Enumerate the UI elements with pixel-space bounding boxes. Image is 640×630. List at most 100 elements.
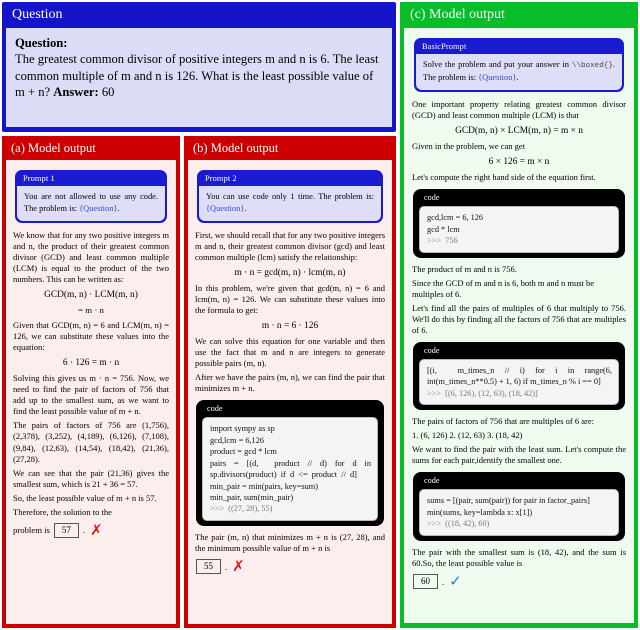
panel-c-prompt-text-3: .: [516, 73, 519, 82]
panel-a-paragraph-3: Solving this gives us m · n = 756. Now, …: [13, 373, 169, 417]
panel-a-equation-1b: = m · n: [78, 305, 104, 316]
panel-a-header: (a) Model output: [4, 138, 178, 160]
panel-c-equation-2: 6 × 126 = m × n: [488, 157, 550, 168]
code-line: gcd,lcm = 6,126: [210, 435, 264, 445]
panel-c-prompt-box: BasicPrompt Solve the problem and put yo…: [414, 38, 624, 93]
panel-b-code-body: import sympy as sp gcd,lcm = 6,126 produ…: [202, 417, 378, 521]
panel-b-code-block: code import sympy as sp gcd,lcm = 6,126 …: [196, 400, 384, 526]
panel-c-paragraph-7: The pairs of factors of 756 that are mul…: [412, 416, 594, 427]
panel-c-answer-box: 60: [413, 573, 438, 590]
panel-c-prompt-token: {Question}: [478, 73, 517, 82]
code-line: import sympy as sp: [210, 424, 275, 434]
panel-c-prompt-text: Solve the problem and put your answer in…: [416, 54, 622, 91]
panel-b-prompt-text: You can use code only 1 time. The proble…: [199, 185, 381, 221]
panel-c-code-1-body: gcd,lcm = 6, 126 gcd * lcm >>> 756: [419, 206, 619, 253]
panel-a-answer-box: 57: [53, 522, 79, 539]
panel-c-paragraph-2: Given in the problem, we can get: [412, 141, 526, 152]
panel-c-answer-suffix: .: [442, 576, 445, 587]
code-output: >>> ((27, 28), 55): [210, 504, 273, 514]
panel-b-equation-1: m · n = gcd(m, n) · lcm(m, n): [234, 268, 346, 279]
code-output: >>> 756: [427, 236, 458, 246]
panel-c-prompt-text-1: Solve the problem and put your answer in: [423, 60, 572, 69]
code-line: min_pair = min(pairs, key=sum): [210, 481, 318, 491]
panel-b-equation-2: m · n = 6 · 126: [261, 321, 319, 332]
code-line: pairs = [(d, product // d) for d in sp.d…: [210, 458, 376, 480]
panel-c-code-block-1: code gcd,lcm = 6, 126 gcd * lcm >>> 756: [413, 189, 625, 258]
panel-b-prompt-text-1: You can use code only 1 time. The proble…: [206, 191, 374, 201]
panel-b: (b) Model output Prompt 2 You can use co…: [184, 136, 396, 628]
panel-a-prompt-text: You are not allowed to use any code. The…: [17, 185, 165, 221]
panel-c-prompt-title: BasicPrompt: [422, 42, 467, 51]
question-answer-label: Answer:: [53, 85, 99, 100]
panel-a: (a) Model output Prompt 1 You are not al…: [2, 136, 180, 628]
panel-a-prompt-text-2: .: [117, 203, 120, 213]
code-output: >>> ((18, 42), 60): [427, 519, 490, 529]
panel-a-paragraph-5: We can see that the pair (21,36) gives t…: [13, 467, 169, 489]
panel-a-answer-line: problem is 57 . ✗: [13, 520, 169, 539]
panel-c-code-block-2: code [(i, m_times_n // i) for i in range…: [413, 341, 625, 411]
panel-b-paragraph-3: We can solve this equation for one varia…: [195, 336, 385, 369]
panel-c-code-3-body: sums = [(pair, sum(pair)) for pair in fa…: [419, 489, 619, 536]
panel-c: (c) Model output BasicPrompt Solve the p…: [400, 2, 638, 628]
panel-b-paragraph-5-text: The pair (m, n) that minimizes m + n is …: [195, 531, 385, 553]
code-line: sums = [(pair, sum(pair)) for pair in fa…: [427, 496, 590, 506]
question-label: Question:: [15, 36, 68, 50]
panel-c-paragraph-3: Let's compute the right hand side of the…: [412, 172, 596, 183]
panel-a-paragraph-4: The pairs of factors of 756 are (1,756),…: [13, 420, 169, 464]
panel-c-equation-1: GCD(m, n) × LCM(m, n) = m × n: [455, 126, 583, 137]
panel-b-prompt-box: Prompt 2 You can use code only 1 time. T…: [197, 169, 383, 223]
code-line: min_pair, sum(min_pair): [210, 493, 294, 503]
panel-a-paragraph-2: Given that GCD(m, n) = 6 and LCM(m, n) =…: [13, 320, 169, 353]
panel-a-paragraph-1: We know that for any two positive intege…: [13, 229, 169, 285]
panel-c-code-block-3: code sums = [(pair, sum(pair)) for pair …: [413, 472, 625, 541]
panel-c-code-1-title: code: [424, 193, 440, 203]
panel-c-prompt-mono: \\boxed{}: [571, 62, 613, 70]
code-line: gcd * lcm: [427, 224, 460, 234]
panel-a-answer-prefix: problem is: [13, 525, 50, 536]
question-text: Question: The greatest common divisor of…: [15, 35, 383, 100]
panel-b-prompt-text-2: .: [244, 203, 247, 213]
panel-a-prompt-box: Prompt 1 You are not allowed to use any …: [15, 169, 167, 223]
panel-a-prompt-token: {Question}: [79, 203, 118, 213]
panel-c-paragraph-8: 1. (6, 126) 2. (12, 63) 3. (18, 42): [412, 430, 523, 441]
panel-b-header: (b) Model output: [186, 138, 394, 160]
question-panel-header: Question: [4, 4, 394, 28]
cross-mark-icon: ✗: [90, 520, 103, 539]
panel-c-paragraph-5: Since the GCD of m and n is 6, both m an…: [412, 277, 595, 299]
panel-b-prompt-token: {Question}: [206, 203, 245, 213]
code-line: product = gcd * lcm: [210, 447, 277, 457]
panel-c-paragraph-1: One important property relating greatest…: [412, 99, 626, 121]
panel-c-code-2-body: [(i, m_times_n // i) for i in range(6, i…: [419, 358, 619, 406]
panel-c-answer-line: 60 . ✓: [412, 572, 626, 590]
code-line: gcd,lcm = 6, 126: [427, 213, 484, 223]
panel-b-answer-suffix: .: [225, 561, 228, 572]
panel-a-paragraph-7: Therefore, the solution to the: [13, 506, 112, 517]
panel-a-equation-2: 6 · 126 = m · n: [62, 358, 120, 369]
panel-a-answer-suffix: .: [82, 525, 86, 536]
question-answer-value: 60: [101, 85, 115, 100]
panel-c-code-3-title: code: [424, 476, 440, 486]
panel-b-paragraph-4: After we have the pairs (m, n), we can f…: [195, 372, 385, 394]
panel-b-prompt-title: Prompt 2: [205, 173, 237, 183]
code-output: >>> [(6, 126), (12, 63), (18, 42)]: [427, 388, 538, 398]
panel-b-answer-line: 55 . ✗: [195, 557, 385, 576]
check-mark-icon: ✓: [449, 572, 462, 590]
code-line: min(sums, key=lambda x: x[1]): [427, 507, 533, 517]
panel-a-prompt-title: Prompt 1: [23, 173, 55, 183]
panel-b-paragraph-2: In this problem, we're given that gcd(m,…: [195, 283, 385, 316]
code-line: [(i, m_times_n // i) for i in range(6, i…: [427, 365, 615, 387]
panel-c-paragraph-9: We want to find the pair with the least …: [412, 444, 626, 466]
panel-a-equation-1a: GCD(m, n) · LCM(m, n): [44, 290, 138, 301]
panel-c-paragraph-6: Let's find all the pairs of multiples of…: [412, 302, 626, 335]
figure-root: Question Question: The greatest common d…: [0, 0, 640, 630]
question-panel-body: Question: The greatest common divisor of…: [6, 28, 392, 127]
panel-c-header: (c) Model output: [402, 4, 636, 28]
panel-a-paragraph-6: So, the least possible value of m + n is…: [13, 492, 157, 503]
panel-b-answer-box: 55: [196, 558, 221, 575]
panel-b-paragraph-1: First, we should recall that for any two…: [195, 229, 385, 262]
panel-c-code-2-title: code: [424, 345, 440, 355]
question-panel: Question Question: The greatest common d…: [2, 2, 396, 132]
panel-b-paragraph-5: The pair (m, n) that minimizes m + n is …: [195, 532, 385, 554]
cross-mark-icon: ✗: [232, 557, 245, 576]
panel-c-paragraph-10: The pair with the smallest sum is (18, 4…: [412, 546, 626, 568]
